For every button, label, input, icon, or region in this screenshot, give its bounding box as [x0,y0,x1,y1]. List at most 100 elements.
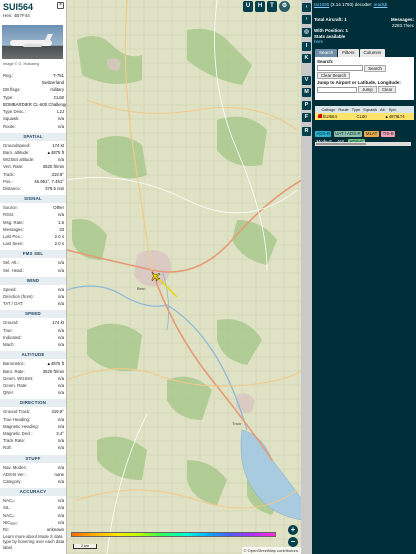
aircraft-photo[interactable] [2,25,63,59]
detail-row-value: n/a [58,294,64,300]
table-horizontal-scrollbar[interactable] [315,142,411,146]
detail-row-label[interactable]: True: [3,327,13,334]
detail-row-label[interactable]: Source: [3,204,18,211]
tab-filters[interactable]: Filters [338,48,359,57]
toolbar-button-k[interactable]: K [302,54,311,63]
detail-row-label[interactable]: Category: [3,478,22,485]
detail-row-label[interactable]: Nav. Modes: [3,464,27,471]
legend-mlat[interactable]: MLAT [364,130,379,137]
detail-row-label[interactable]: Speed: [3,286,17,293]
detail-row-label[interactable]: Roll: [3,444,12,451]
legend-adsb[interactable]: ADS-B [315,130,332,137]
column-header-spd[interactable]: Spd. [387,106,398,113]
detail-row-label[interactable]: Magnetic Decl.: [3,430,33,437]
search-button[interactable]: Search [364,64,386,72]
toolbar-button-m[interactable]: M [302,88,311,97]
detail-row: True: n/a [0,327,66,334]
tab-columns[interactable]: Columns [359,48,386,57]
jump-input[interactable] [317,86,357,93]
column-header-alt[interactable]: Alt. [379,106,388,113]
legend-uat[interactable]: UAT / ADS-R [333,130,363,137]
toolbar-button-f[interactable]: F [302,113,311,122]
detail-row-label[interactable]: RSSI: [3,211,14,218]
detail-row-label[interactable]: NACₚ: [3,497,15,504]
detail-row-label[interactable]: NACᵥ: [3,512,15,519]
map-attribution[interactable]: © OpenStreetMap contributors. [241,547,301,554]
settings-gear-icon[interactable]: ⚙ [279,1,290,12]
detail-row-value: 2.0 s [54,241,64,247]
table-row[interactable]: SUI564 CL60 ▲4875 174 [315,112,414,120]
detail-row-label[interactable]: Rᴄ: [3,526,9,533]
detail-row-label[interactable]: Route: [3,123,16,130]
map-button-h[interactable]: H [255,1,265,12]
legend-tisb[interactable]: TIS-B [381,130,396,137]
detail-row-label[interactable]: Baro. altitude: [3,149,30,156]
detail-row-label[interactable]: Type: [3,94,14,101]
detail-row-label[interactable]: True Heading: [3,416,30,423]
detail-row-label[interactable]: TAT / OAT: [3,300,23,307]
detail-row-label[interactable]: Direction (from): [3,293,34,300]
map-button-u[interactable]: U [243,1,253,12]
detail-row-value: n/a [58,423,64,429]
decoder-link[interactable]: readsb [374,2,388,7]
jump-button[interactable]: Jump [358,86,377,94]
detail-row-label[interactable]: SIL: [3,504,11,511]
detail-row-label[interactable]: Magnetic Heading: [3,423,39,430]
detail-row-label[interactable]: Ground: [3,319,19,326]
detail-row-label[interactable]: Sel. Head.: [3,267,24,274]
detail-row-label[interactable]: Messages: [3,226,24,233]
detail-row-value: 2.0 s [54,234,64,240]
detail-row-label[interactable]: QNH: [3,389,14,396]
collapse-right-button[interactable]: › [302,15,311,24]
detail-row-label[interactable]: Msg. Rate: [3,219,24,226]
map-view[interactable]: Bern Thun U H T ⚙ + − 2 km © OpenStreetM… [67,0,301,554]
detail-row-label[interactable]: Groundspeed: [3,142,30,149]
detail-row-label[interactable]: Baro. Rate: [3,368,25,375]
detail-row-label[interactable]: Last Seen: [3,240,24,247]
photo-credit[interactable]: Image © G. Hulbaerg [3,62,39,66]
detail-row-label[interactable]: Type Desc.: [3,108,26,115]
version-link[interactable]: tar1090 [314,2,329,7]
toolbar-button-r[interactable]: R [302,127,311,136]
target-icon[interactable]: ◎ [302,28,311,37]
map-button-t[interactable]: T [267,1,277,12]
detail-row-label[interactable]: Reg.: [3,72,13,79]
detail-row-label[interactable]: NICᵦₐₓₒ: [3,519,18,526]
toolbar-button-i[interactable]: I [302,42,311,51]
detail-row-label[interactable]: ADS-B Ver.: [3,471,26,478]
clear-search-button[interactable]: Clear Search [317,72,351,80]
detail-row-label[interactable]: Distance: [3,185,21,192]
detail-row-label[interactable]: Barometric: [3,360,25,367]
column-header-squawk[interactable]: Squawk [362,106,379,113]
search-input[interactable] [317,65,363,72]
detail-row-label[interactable]: Indicated: [3,334,22,341]
clear-jump-button[interactable]: Clear [378,86,397,94]
column-header-callsign[interactable]: Callsign [320,106,337,113]
detail-row-label[interactable]: Mach: [3,341,15,348]
detail-row-label[interactable]: Geom. Rate: [3,382,27,389]
detail-row-label[interactable]: DB flags: [3,86,20,93]
detail-row-label[interactable]: Ground Track: [3,408,30,415]
toolbar-button-v[interactable]: V [302,76,311,85]
close-icon[interactable]: × [57,2,64,9]
stats-link[interactable]: here [312,39,416,45]
detail-row-value: n/a [58,267,64,273]
tab-search[interactable]: Search [315,48,338,57]
detail-row-label[interactable]: Vert. Rate: [3,163,23,170]
zoom-out-button[interactable]: − [288,537,298,547]
detail-row-label[interactable]: Pos.: [3,178,13,185]
detail-row-label[interactable]: Track: [3,171,15,178]
detail-row-label[interactable]: WGS84 altitude: [3,156,34,163]
detail-row-label[interactable]: Geom. WGS84: [3,375,33,382]
detail-row-value: n/a [58,445,64,451]
toolbar-button-p[interactable]: P [302,101,311,110]
column-header-type[interactable]: Type [350,106,361,113]
detail-row-label[interactable]: Squawk: [3,115,19,122]
detail-row-label[interactable]: Last Pos.: [3,233,22,240]
collapse-sidebar-button[interactable]: ‹ [302,3,311,12]
zoom-in-button[interactable]: + [288,525,298,535]
map-canvas[interactable]: Bern Thun [67,0,301,554]
detail-row-label[interactable]: Sel. Alt.: [3,259,19,266]
detail-row-label[interactable]: Track Rate: [3,437,25,444]
column-header-route[interactable]: Route [337,106,350,113]
